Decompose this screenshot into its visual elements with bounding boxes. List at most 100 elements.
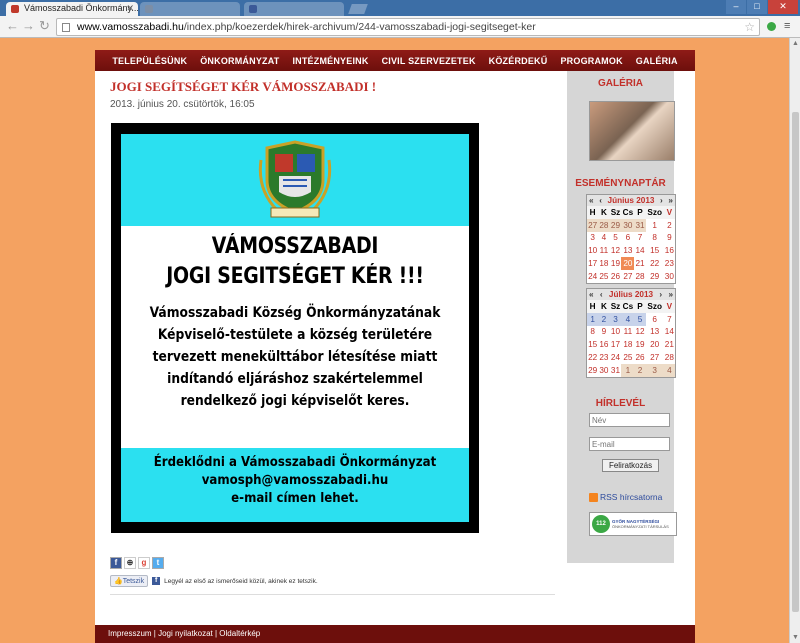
- calendar-day[interactable]: 1: [646, 219, 664, 232]
- calendar-day[interactable]: 30: [598, 364, 609, 377]
- calendar-day[interactable]: 15: [587, 338, 598, 351]
- calendar-day[interactable]: 22: [646, 257, 664, 270]
- calendar-day[interactable]: 24: [610, 351, 622, 364]
- calendar-day[interactable]: 24: [587, 270, 598, 283]
- prev-year-icon[interactable]: «: [589, 196, 594, 205]
- new-tab-button[interactable]: [348, 4, 368, 14]
- scrollbar[interactable]: ▲ ▼: [789, 38, 800, 643]
- browser-tab-2[interactable]: [140, 2, 240, 16]
- calendar-day[interactable]: 27: [587, 218, 599, 232]
- article-title[interactable]: JOGI SEGÍTSÉGET KÉR VÁMOSSZABADI !: [110, 79, 376, 95]
- nav-item-programok[interactable]: PROGRAMOK: [560, 56, 622, 66]
- calendar-day[interactable]: 4: [621, 312, 635, 326]
- calendar-day-today[interactable]: 20: [621, 257, 635, 270]
- calendar-day[interactable]: 7: [634, 232, 645, 245]
- calendar-day[interactable]: 21: [664, 338, 675, 351]
- calendar-day[interactable]: 10: [587, 244, 598, 257]
- calendar-day[interactable]: 29: [609, 218, 622, 232]
- like-button[interactable]: 👍Tetszik: [110, 575, 149, 587]
- share-icon[interactable]: ⊕: [124, 557, 136, 569]
- next-month-icon[interactable]: ›: [659, 290, 662, 299]
- calendar-day[interactable]: 25: [621, 351, 634, 364]
- calendar-day[interactable]: 11: [598, 244, 609, 257]
- calendar-day[interactable]: 18: [621, 338, 634, 351]
- calendar-day[interactable]: 14: [664, 326, 675, 339]
- reload-icon[interactable]: ↻: [39, 19, 50, 33]
- back-arrow-icon[interactable]: ←: [6, 19, 19, 33]
- maximize-button[interactable]: □: [747, 0, 767, 14]
- calendar-day[interactable]: 9: [664, 232, 675, 245]
- calendar-day[interactable]: 28: [598, 218, 610, 232]
- calendar-day[interactable]: 3: [645, 363, 664, 377]
- minimize-button[interactable]: –: [726, 0, 746, 14]
- calendar-day[interactable]: 15: [646, 244, 664, 257]
- next-year-icon[interactable]: »: [668, 290, 673, 299]
- google-share-icon[interactable]: g: [138, 557, 150, 569]
- bookmark-star-icon[interactable]: ☆: [744, 19, 755, 35]
- calendar-day[interactable]: 2: [664, 219, 675, 232]
- calendar-day[interactable]: 14: [634, 244, 645, 257]
- next-month-icon[interactable]: ›: [660, 196, 663, 205]
- calendar-day[interactable]: 29: [587, 364, 598, 377]
- calendar-day[interactable]: 19: [634, 338, 645, 351]
- calendar-day[interactable]: 21: [634, 257, 645, 270]
- calendar-day[interactable]: 4: [598, 232, 609, 245]
- calendar-day[interactable]: 20: [646, 338, 664, 351]
- subscribe-button[interactable]: Feliratkozás: [602, 459, 659, 472]
- calendar-day[interactable]: 5: [610, 232, 622, 245]
- calendar-day[interactable]: 11: [621, 326, 634, 339]
- footer-links[interactable]: Impresszum | Jogi nyilatkozat | Oldaltér…: [108, 629, 260, 638]
- prev-year-icon[interactable]: «: [589, 290, 594, 299]
- calendar-day[interactable]: 23: [664, 257, 675, 270]
- calendar-day[interactable]: 13: [621, 244, 634, 257]
- scroll-up-icon[interactable]: ▲: [792, 40, 799, 47]
- prev-month-icon[interactable]: ‹: [600, 290, 603, 299]
- rss-link[interactable]: RSS hírcsatorna: [589, 492, 662, 502]
- nav-item-telepulesunk[interactable]: TELEPÜLÉSÜNK: [112, 56, 187, 66]
- calendar-day[interactable]: 27: [646, 351, 664, 364]
- calendar-day[interactable]: 13: [646, 326, 664, 339]
- nav-item-intezmenyeink[interactable]: INTÉZMÉNYEINK: [292, 56, 368, 66]
- calendar-day[interactable]: 12: [634, 326, 645, 339]
- calendar-day[interactable]: 23: [598, 351, 609, 364]
- email-field[interactable]: [589, 437, 670, 451]
- calendar-day[interactable]: 3: [587, 232, 598, 245]
- calendar-day[interactable]: 6: [621, 232, 634, 245]
- calendar-day[interactable]: 27: [621, 270, 634, 283]
- calendar-day[interactable]: 22: [587, 351, 598, 364]
- calendar-day[interactable]: 16: [598, 338, 609, 351]
- calendar-day[interactable]: 16: [664, 244, 675, 257]
- calendar-day[interactable]: 26: [634, 351, 645, 364]
- calendar-day[interactable]: 10: [610, 326, 622, 339]
- forward-arrow-icon[interactable]: →: [22, 19, 35, 33]
- prev-month-icon[interactable]: ‹: [599, 196, 602, 205]
- browser-tab-active[interactable]: Vámosszabadi Önkormány... ✕: [6, 2, 138, 16]
- partner-badge[interactable]: 112 GYŐR NAGYTÉRSÉGI ÖNKORMÁNYZATI TÁRSUL…: [589, 512, 677, 536]
- address-bar[interactable]: www.vamosszabadi.hu/index.php/koezerdek/…: [56, 18, 760, 36]
- calendar-day[interactable]: 2: [634, 363, 646, 377]
- next-year-icon[interactable]: »: [668, 196, 673, 205]
- calendar-day[interactable]: 25: [598, 270, 609, 283]
- calendar-day[interactable]: 28: [634, 270, 645, 283]
- calendar-day[interactable]: 2: [598, 312, 610, 326]
- calendar-day[interactable]: 1: [587, 312, 599, 326]
- calendar-day[interactable]: 19: [610, 257, 622, 270]
- browser-tab-3[interactable]: [244, 2, 344, 16]
- nav-item-kozerdeku[interactable]: KÖZÉRDEKŰ: [489, 56, 548, 66]
- calendar-day[interactable]: 26: [610, 270, 622, 283]
- calendar-day[interactable]: 17: [587, 257, 598, 270]
- calendar-day[interactable]: 9: [598, 326, 609, 339]
- calendar-day[interactable]: 5: [634, 312, 646, 326]
- calendar-day[interactable]: 6: [646, 313, 664, 326]
- scroll-down-icon[interactable]: ▼: [792, 634, 799, 641]
- calendar-day[interactable]: 31: [610, 364, 622, 377]
- nav-item-galeria[interactable]: GALÉRIA: [636, 56, 678, 66]
- menu-icon[interactable]: ≡: [784, 20, 794, 32]
- calendar-day[interactable]: 18: [598, 257, 609, 270]
- close-window-button[interactable]: ✕: [768, 0, 798, 14]
- calendar-day[interactable]: 17: [610, 338, 622, 351]
- twitter-share-icon[interactable]: t: [152, 557, 164, 569]
- calendar-day[interactable]: 8: [646, 232, 664, 245]
- calendar-day[interactable]: 31: [634, 218, 646, 232]
- calendar-day[interactable]: 28: [664, 351, 675, 364]
